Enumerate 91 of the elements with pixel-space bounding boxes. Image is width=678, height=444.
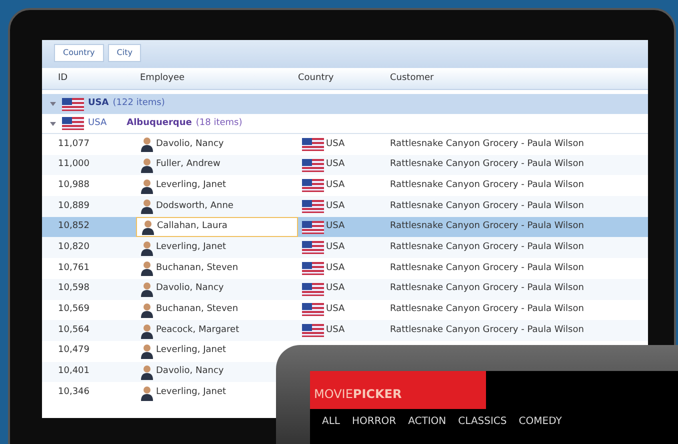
current-cell[interactable]: Callahan, Laura	[136, 216, 298, 238]
person-icon	[140, 384, 154, 401]
employee-name: Davolio, Nancy	[156, 138, 224, 151]
person-icon	[140, 343, 154, 360]
table-cell-text: 10,761	[58, 262, 90, 275]
employee-name: Davolio, Nancy	[156, 282, 224, 296]
person-icon	[140, 178, 154, 194]
employee-name: Leverling, Janet	[156, 178, 226, 192]
person-icon	[140, 260, 154, 276]
table-cell-text: Rattlesnake Canyon Grocery - Paula Wilson	[390, 324, 585, 337]
employee-name: Leverling, Janet	[156, 386, 226, 399]
table-cell-text: 10,564	[58, 324, 90, 337]
employee-name: Fuller, Andrew	[156, 158, 220, 172]
group-chip[interactable]: City	[108, 44, 142, 62]
group-chip[interactable]: Country	[54, 44, 104, 62]
column-header[interactable]: Employee	[136, 72, 298, 86]
table-cell-text: USA	[326, 138, 345, 151]
flag-icon	[302, 158, 324, 172]
person-icon	[140, 322, 154, 339]
table-cell-text: Rattlesnake Canyon Grocery - Paula Wilson	[390, 262, 585, 275]
logo-text: MOVIEPICKER	[314, 386, 402, 403]
person-icon	[140, 364, 154, 380]
employee-name: Peacock, Margaret	[156, 324, 240, 337]
flag-icon	[302, 138, 324, 151]
table-cell-text: USA	[326, 178, 345, 192]
group-count: (122 items)	[112, 97, 165, 110]
category-link[interactable]: CLASSICS	[458, 414, 507, 429]
flag-icon	[62, 117, 84, 130]
column-header[interactable]: Customer	[390, 72, 632, 86]
flag-icon	[302, 200, 324, 213]
flag-icon	[302, 179, 324, 192]
table-cell-text: USA	[326, 220, 345, 234]
employee-name: Dodsworth, Anne	[156, 200, 234, 213]
group-label: USA	[88, 97, 109, 110]
table-cell-text: Rattlesnake Canyon Grocery - Paula Wilson	[390, 158, 585, 172]
table-cell-text: USA	[326, 303, 345, 316]
table-cell-text: Rattlesnake Canyon Grocery - Paula Wilson	[390, 200, 585, 213]
table-cell-text: 11,000	[58, 158, 90, 172]
employee-name: Buchanan, Steven	[156, 303, 238, 316]
table-cell-text: USA	[326, 324, 345, 337]
category-link[interactable]: ALL	[322, 414, 340, 429]
employee-name: Leverling, Janet	[156, 241, 226, 254]
table-cell-text: 10,988	[58, 178, 90, 192]
table-cell-text: USA	[326, 158, 345, 172]
column-header[interactable]: ID	[58, 72, 136, 86]
table-cell-text: Rattlesnake Canyon Grocery - Paula Wilson	[390, 241, 585, 254]
table-cell-text: USA	[326, 200, 345, 213]
flag-icon	[302, 282, 324, 296]
table-cell-text: 10,569	[58, 303, 90, 316]
table-cell-text: Rattlesnake Canyon Grocery - Paula Wilson	[390, 138, 585, 151]
person-icon	[140, 240, 154, 256]
employee-name: Callahan, Laura	[157, 220, 228, 234]
employee-name: Buchanan, Steven	[156, 262, 238, 275]
table-cell-text: USA	[326, 241, 345, 254]
person-icon	[140, 198, 154, 214]
subgroup-label: Albuquerque	[126, 116, 192, 130]
person-icon	[140, 157, 154, 174]
employee-name: Leverling, Janet	[156, 344, 226, 358]
table-cell-text: Rattlesnake Canyon Grocery - Paula Wilson	[390, 303, 585, 316]
person-icon	[140, 281, 154, 298]
table-cell-text: USA	[326, 282, 345, 296]
flag-icon	[302, 241, 324, 254]
category-link[interactable]: ACTION	[408, 414, 446, 429]
flag-icon	[302, 220, 324, 234]
table-cell-text: 10,820	[58, 241, 90, 254]
person-icon	[140, 302, 154, 318]
category-link[interactable]: COMEDY	[518, 414, 562, 429]
person-icon	[140, 136, 154, 152]
table-cell-text: 10,479	[58, 344, 90, 358]
table-cell-text: USA	[326, 262, 345, 275]
table-cell-text: 10,401	[58, 365, 90, 378]
table-cell-text: Rattlesnake Canyon Grocery - Paula Wilson	[390, 282, 585, 296]
expand-toggle[interactable]	[50, 120, 58, 126]
table-cell-text: 10,598	[58, 282, 90, 296]
table-cell-text: 10,889	[58, 200, 90, 213]
flag-icon	[302, 262, 324, 275]
table-cell-text: 10,346	[58, 386, 90, 399]
subgroup-country: USA	[88, 116, 107, 130]
flag-icon	[302, 324, 324, 338]
table-cell-text: 10,852	[58, 220, 90, 234]
column-header[interactable]: Country	[298, 72, 390, 86]
person-icon	[141, 219, 155, 236]
expand-toggle[interactable]	[50, 101, 58, 107]
flag-icon	[302, 303, 324, 316]
table-cell-text: 11,077	[58, 138, 90, 151]
flag-icon	[62, 98, 84, 110]
employee-name: Davolio, Nancy	[156, 365, 224, 378]
table-cell-text: Rattlesnake Canyon Grocery - Paula Wilson	[390, 220, 585, 234]
table-cell-text: Rattlesnake Canyon Grocery - Paula Wilson	[390, 178, 585, 192]
category-link[interactable]: HORROR	[352, 414, 396, 429]
subgroup-count: (18 items)	[196, 116, 242, 130]
